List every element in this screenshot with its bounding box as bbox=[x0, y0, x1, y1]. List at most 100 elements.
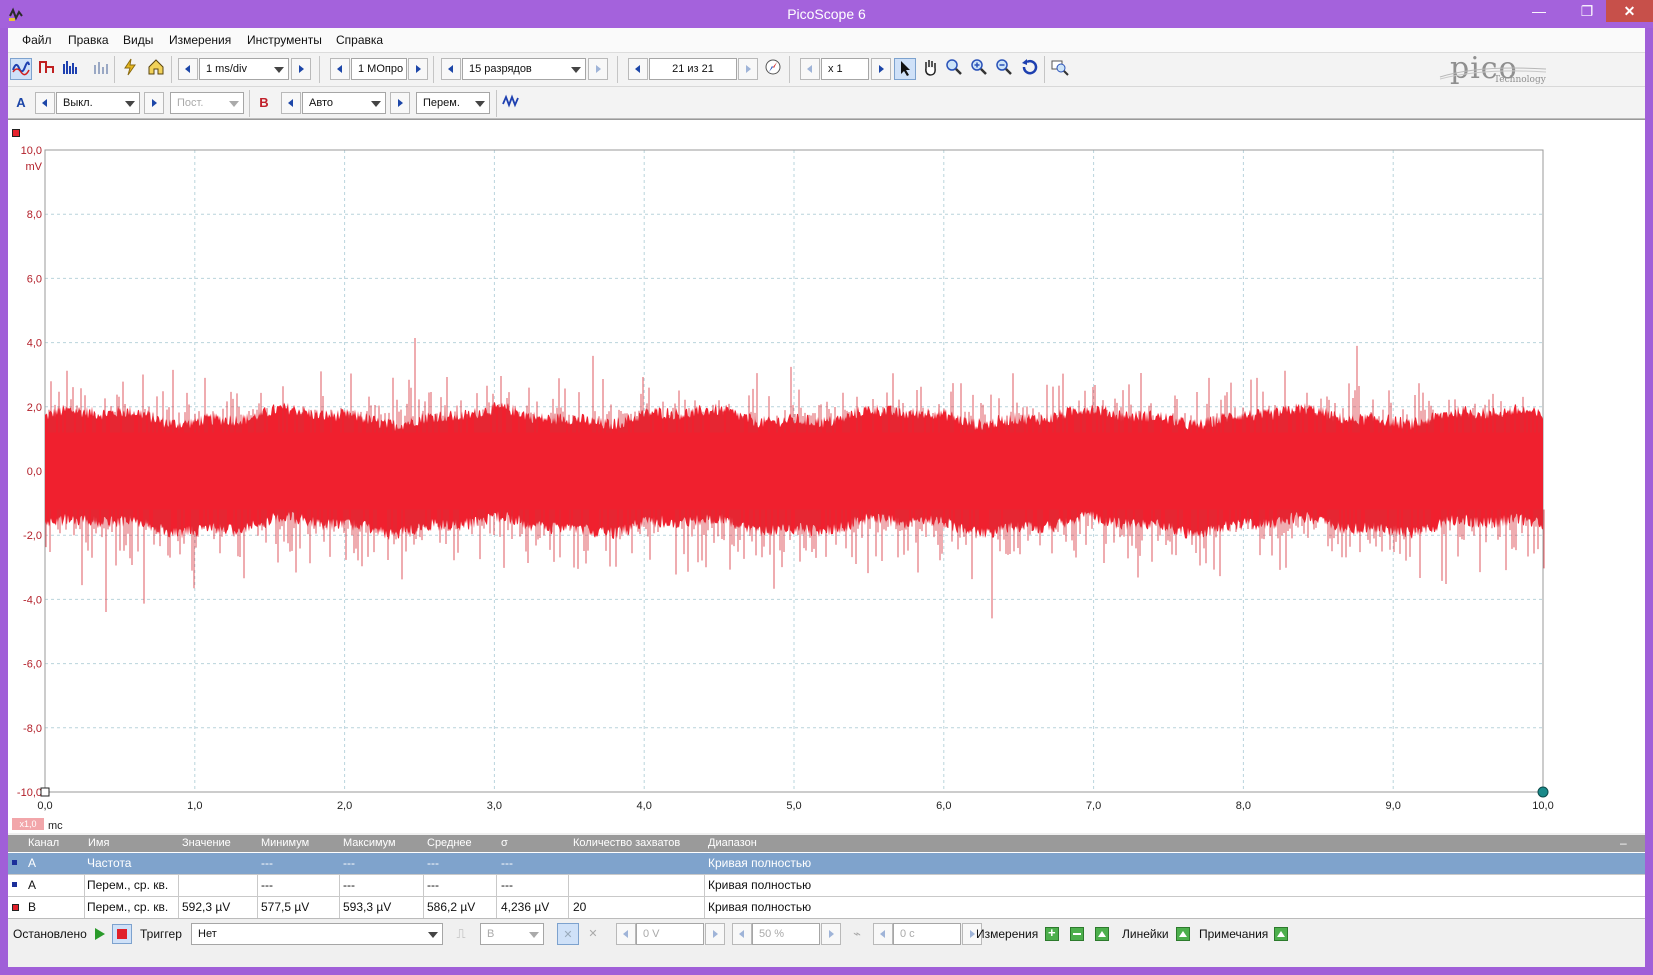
notes-toggle-icon[interactable] bbox=[1274, 927, 1288, 941]
spectrum-mode-icon[interactable] bbox=[60, 58, 82, 80]
col-capture-count[interactable]: Количество захватов bbox=[573, 837, 680, 849]
undo-zoom-icon[interactable] bbox=[1018, 58, 1040, 80]
auto-setup-icon[interactable] bbox=[119, 58, 141, 80]
delay-field[interactable]: 0 c bbox=[893, 923, 961, 945]
threshold-prev-button[interactable] bbox=[616, 923, 636, 945]
col-avg[interactable]: Среднее bbox=[427, 837, 472, 849]
edit-measurement-icon[interactable] bbox=[1070, 927, 1084, 941]
timebase-select[interactable]: 1 ms/div bbox=[199, 58, 289, 80]
resolution-next-button[interactable] bbox=[588, 58, 608, 80]
capture-prev-button[interactable] bbox=[628, 58, 648, 80]
channel-a-range-select[interactable]: Выкл. bbox=[56, 92, 140, 114]
cell-sigma: --- bbox=[501, 878, 513, 892]
x-tick-label: 0,0 bbox=[37, 800, 52, 812]
table-row[interactable]: A Перем., ср. кв. --- --- --- --- Кривая полно… bbox=[8, 875, 1645, 897]
channel-a-range-prev-button[interactable] bbox=[35, 92, 55, 114]
channel-b-coupling-select[interactable]: Перем. bbox=[416, 92, 490, 114]
x-scale-badge: x1,0 bbox=[19, 819, 36, 829]
channel-b-range-next-button[interactable] bbox=[390, 92, 410, 114]
stop-capture-button[interactable] bbox=[112, 924, 132, 944]
buffer-navigator-icon[interactable] bbox=[762, 58, 784, 80]
col-max[interactable]: Максимум bbox=[343, 837, 396, 849]
cell-min: 577,5 µV bbox=[261, 900, 310, 914]
col-value[interactable]: Значение bbox=[182, 837, 231, 849]
zoom-region-icon[interactable] bbox=[943, 58, 965, 80]
pretrigger-prev-button[interactable] bbox=[732, 923, 752, 945]
trigger-mode-value: Нет bbox=[198, 928, 217, 940]
scope-mode-icon[interactable] bbox=[10, 58, 32, 80]
pretrigger-field[interactable]: 50 % bbox=[752, 923, 820, 945]
menu-measurements[interactable]: Измерения bbox=[169, 33, 231, 47]
time-origin-marker bbox=[40, 787, 50, 797]
zoom-field[interactable]: x 1 bbox=[821, 58, 869, 80]
persistence-mode-icon[interactable] bbox=[36, 58, 58, 80]
col-name[interactable]: Имя bbox=[88, 837, 109, 849]
table-collapse-icon[interactable]: ‒ bbox=[1620, 836, 1627, 850]
cell-avg: 586,2 µV bbox=[427, 900, 476, 914]
col-min[interactable]: Минимум bbox=[261, 837, 309, 849]
cell-value: 592,3 µV bbox=[182, 900, 231, 914]
add-measurement-icon[interactable]: + bbox=[1045, 925, 1059, 941]
pointer-tool-icon[interactable] bbox=[894, 58, 916, 80]
hand-tool-icon[interactable] bbox=[919, 58, 941, 80]
rulers-toggle-icon[interactable] bbox=[1176, 927, 1190, 941]
cell-sigma: 4,236 µV bbox=[501, 900, 550, 914]
measurements-label: Измерения bbox=[976, 927, 1039, 941]
capture-index-field[interactable]: 21 из 21 bbox=[649, 58, 737, 80]
pretrigger-value: 50 % bbox=[759, 928, 785, 940]
channel-a-coupling-select[interactable]: Пост. bbox=[170, 92, 244, 114]
scope-graph[interactable]: 10,0 8,0 6,0 4,0 2,0 0,0 -2,0 -4,0 -6,0 -8,0 -10,0… bbox=[8, 120, 1645, 833]
timebase-next-button[interactable] bbox=[291, 58, 311, 80]
measurements-header: Канал Имя Значение Минимум Максимум Сред… bbox=[8, 836, 1645, 852]
menu-tools[interactable]: Инструменты bbox=[247, 33, 322, 47]
col-sigma[interactable]: σ bbox=[501, 837, 508, 849]
home-icon[interactable] bbox=[145, 58, 167, 80]
channel-a-options-button[interactable]: A bbox=[10, 92, 32, 114]
col-range[interactable]: Диапазон bbox=[708, 837, 757, 849]
row-channel-marker-icon bbox=[12, 860, 17, 865]
zoom-overview-icon[interactable] bbox=[1049, 58, 1071, 80]
delete-measurement-icon[interactable] bbox=[1095, 927, 1109, 941]
samples-next-button[interactable] bbox=[408, 58, 428, 80]
menu-file[interactable]: Файл bbox=[22, 33, 52, 47]
row-channel-marker-icon bbox=[12, 904, 19, 911]
col-channel[interactable]: Канал bbox=[28, 837, 59, 849]
channel-b-range-prev-button[interactable] bbox=[281, 92, 301, 114]
menu-views[interactable]: Виды bbox=[123, 33, 153, 47]
channel-b-range-select[interactable]: Авто bbox=[302, 92, 386, 114]
table-row[interactable]: A Частота --- --- --- --- Кривая полностью bbox=[8, 853, 1645, 875]
pretrigger-next-button[interactable] bbox=[821, 923, 841, 945]
timebase-prev-button[interactable] bbox=[178, 58, 198, 80]
trigger-mode-select[interactable]: Нет bbox=[191, 923, 443, 945]
minimize-button[interactable]: — bbox=[1524, 0, 1554, 22]
menu-help[interactable]: Справка bbox=[336, 33, 383, 47]
oscilloscope-view[interactable]: 10,0 8,0 6,0 4,0 2,0 0,0 -2,0 -4,0 -6,0 -8,0 -10,0… bbox=[8, 119, 1645, 833]
samples-prev-button[interactable] bbox=[330, 58, 350, 80]
cell-range: Кривая полностью bbox=[708, 900, 812, 914]
start-capture-icon[interactable] bbox=[93, 927, 107, 941]
trigger-falling-icon[interactable]: ✕ bbox=[582, 923, 604, 945]
zoom-out-icon[interactable] bbox=[993, 58, 1015, 80]
channel-a-range-next-button[interactable] bbox=[144, 92, 164, 114]
trigger-rising-icon[interactable]: ✕ bbox=[557, 923, 579, 945]
channel-b-options-button[interactable]: B bbox=[253, 92, 275, 114]
maximize-button[interactable]: ❐ bbox=[1572, 0, 1602, 22]
x-tick-label: 1,0 bbox=[187, 800, 202, 812]
delay-prev-button[interactable] bbox=[873, 923, 893, 945]
trigger-channel-select[interactable]: B bbox=[480, 923, 544, 945]
threshold-value: 0 V bbox=[643, 928, 660, 940]
threshold-field[interactable]: 0 V bbox=[636, 923, 704, 945]
close-button[interactable]: ✕ bbox=[1606, 0, 1653, 22]
zoom-prev-button[interactable] bbox=[800, 58, 820, 80]
capture-next-button[interactable] bbox=[738, 58, 758, 80]
resolution-prev-button[interactable] bbox=[441, 58, 461, 80]
table-row[interactable]: B Перем., ср. кв. 592,3 µV 577,5 µV 593,3 µV… bbox=[8, 897, 1645, 919]
signal-generator-icon[interactable] bbox=[500, 92, 522, 114]
resolution-select[interactable]: 15 разрядов bbox=[462, 58, 586, 80]
samples-field[interactable]: 1 МОпро bbox=[351, 58, 407, 80]
cell-avg: --- bbox=[427, 856, 439, 870]
zoom-in-icon[interactable] bbox=[968, 58, 990, 80]
threshold-next-button[interactable] bbox=[705, 923, 725, 945]
zoom-next-button[interactable] bbox=[871, 58, 891, 80]
menu-edit[interactable]: Правка bbox=[68, 33, 109, 47]
